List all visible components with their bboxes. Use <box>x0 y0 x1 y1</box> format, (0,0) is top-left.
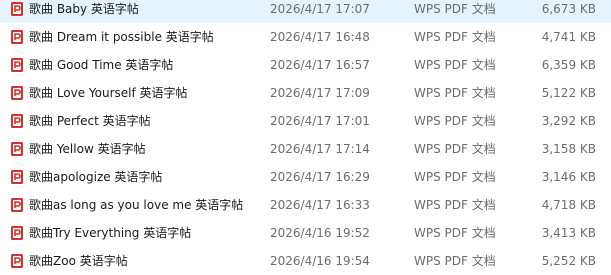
pdf-file-icon <box>9 23 25 51</box>
pdf-file-icon <box>9 135 25 163</box>
file-name: 歌曲as long as you love me 英语字帖 <box>29 198 244 212</box>
file-type: WPS PDF 文档 <box>414 114 496 128</box>
file-type: WPS PDF 文档 <box>414 254 496 268</box>
file-size: 5,252 KB <box>541 254 596 268</box>
file-row[interactable]: 歌曲Try Everything 英语字帖 2026/4/16 19:52 WP… <box>0 219 611 247</box>
file-name: 歌曲 Good Time 英语字帖 <box>29 58 174 72</box>
file-type: WPS PDF 文档 <box>414 30 496 44</box>
pdf-file-icon <box>9 51 25 79</box>
file-modified-date: 2026/4/17 17:01 <box>270 114 370 128</box>
file-size: 4,718 KB <box>541 198 596 212</box>
file-size: 4,741 KB <box>541 30 596 44</box>
pdf-file-icon <box>9 247 25 275</box>
file-size: 3,292 KB <box>541 114 596 128</box>
file-row[interactable]: 歌曲 Good Time 英语字帖 2026/4/17 16:57 WPS PD… <box>0 51 611 79</box>
file-type: WPS PDF 文档 <box>414 226 496 240</box>
file-name: 歌曲 Love Yourself 英语字帖 <box>29 86 188 100</box>
file-row[interactable]: 歌曲apologize 英语字帖 2026/4/17 16:29 WPS PDF… <box>0 163 611 191</box>
file-list: 歌曲 Baby 英语字帖 2026/4/17 17:07 WPS PDF 文档 … <box>0 0 611 273</box>
file-size: 3,146 KB <box>541 170 596 184</box>
file-row[interactable]: 歌曲 Perfect 英语字帖 2026/4/17 17:01 WPS PDF … <box>0 107 611 135</box>
file-row[interactable]: 歌曲Zoo 英语字帖 2026/4/16 19:54 WPS PDF 文档 5,… <box>0 247 611 275</box>
file-modified-date: 2026/4/17 16:48 <box>270 30 370 44</box>
file-row[interactable]: 歌曲 Yellow 英语字帖 2026/4/17 17:14 WPS PDF 文… <box>0 135 611 163</box>
file-size: 6,359 KB <box>541 58 596 72</box>
file-type: WPS PDF 文档 <box>414 142 496 156</box>
file-modified-date: 2026/4/17 16:29 <box>270 170 370 184</box>
file-modified-date: 2026/4/17 16:33 <box>270 198 370 212</box>
file-row[interactable]: 歌曲 Baby 英语字帖 2026/4/17 17:07 WPS PDF 文档 … <box>0 0 611 23</box>
file-size: 6,673 KB <box>541 2 596 16</box>
file-modified-date: 2026/4/17 16:57 <box>270 58 370 72</box>
file-name: 歌曲Zoo 英语字帖 <box>29 254 128 268</box>
file-row[interactable]: 歌曲 Dream it possible 英语字帖 2026/4/17 16:4… <box>0 23 611 51</box>
file-type: WPS PDF 文档 <box>414 2 496 16</box>
pdf-file-icon <box>9 107 25 135</box>
file-size: 3,158 KB <box>541 142 596 156</box>
file-name: 歌曲apologize 英语字帖 <box>29 170 163 184</box>
file-row[interactable]: 歌曲as long as you love me 英语字帖 2026/4/17 … <box>0 191 611 219</box>
pdf-file-icon <box>9 79 25 107</box>
file-type: WPS PDF 文档 <box>414 86 496 100</box>
file-name: 歌曲 Dream it possible 英语字帖 <box>29 30 214 44</box>
file-size: 3,413 KB <box>541 226 596 240</box>
file-size: 5,122 KB <box>541 86 596 100</box>
file-row[interactable]: 歌曲 Love Yourself 英语字帖 2026/4/17 17:09 WP… <box>0 79 611 107</box>
file-type: WPS PDF 文档 <box>414 198 496 212</box>
file-modified-date: 2026/4/16 19:54 <box>270 254 370 268</box>
pdf-file-icon <box>9 0 25 23</box>
file-name: 歌曲Try Everything 英语字帖 <box>29 226 192 240</box>
pdf-file-icon <box>9 163 25 191</box>
file-modified-date: 2026/4/17 17:09 <box>270 86 370 100</box>
pdf-file-icon <box>9 219 25 247</box>
file-name: 歌曲 Baby 英语字帖 <box>29 2 139 16</box>
file-modified-date: 2026/4/16 19:52 <box>270 226 370 240</box>
file-modified-date: 2026/4/17 17:07 <box>270 2 370 16</box>
file-name: 歌曲 Perfect 英语字帖 <box>29 114 151 128</box>
file-type: WPS PDF 文档 <box>414 58 496 72</box>
pdf-file-icon <box>9 191 25 219</box>
file-modified-date: 2026/4/17 17:14 <box>270 142 370 156</box>
file-type: WPS PDF 文档 <box>414 170 496 184</box>
file-name: 歌曲 Yellow 英语字帖 <box>29 142 146 156</box>
